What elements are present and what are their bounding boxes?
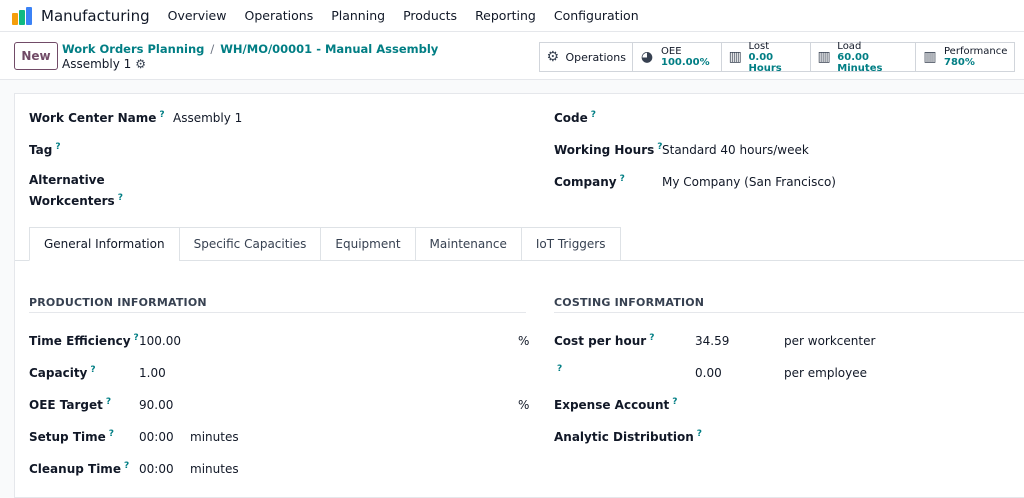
cleanup-time-label: Cleanup Time? (29, 461, 130, 476)
section-divider (29, 312, 526, 313)
oee-smart-button[interactable]: ◕ OEE 100.00% (632, 42, 722, 72)
help-tooltip[interactable]: ? (55, 142, 60, 152)
load-label: Load (837, 40, 862, 52)
menu-operations[interactable]: Operations (244, 8, 313, 23)
setup-time-label: Setup Time? (29, 429, 115, 444)
cost-per-hour-field[interactable]: 34.59 (695, 334, 729, 348)
bar-chart-icon: ▥ (817, 49, 831, 65)
breadcrumb-work-orders-planning[interactable]: Work Orders Planning (62, 42, 204, 56)
gear-icon[interactable]: ⚙ (135, 57, 146, 71)
alternative-workcenters-label: Alternative Workcenters? (29, 173, 123, 208)
time-efficiency-label: Time Efficiency? (29, 333, 139, 348)
employee-cost-label: ? (554, 364, 562, 379)
cleanup-time-unit: minutes (190, 462, 239, 476)
help-tooltip[interactable]: ? (672, 397, 677, 407)
working-hours-label: Working Hours? (554, 142, 663, 157)
tab-maintenance[interactable]: Maintenance (414, 227, 522, 261)
oee-target-label: OEE Target? (29, 397, 112, 412)
performance-value: 780% (944, 57, 975, 68)
analytic-distribution-field[interactable] (695, 429, 995, 445)
production-information-title: PRODUCTION INFORMATION (29, 296, 207, 309)
section-divider (554, 312, 1024, 313)
company-field[interactable]: My Company (San Francisco) (662, 175, 836, 189)
operations-label: Operations (565, 50, 626, 64)
menu-configuration[interactable]: Configuration (554, 8, 639, 23)
oee-value: 100.00% (661, 57, 710, 68)
help-tooltip[interactable]: ? (557, 364, 562, 374)
pie-chart-icon: ◕ (640, 49, 654, 65)
code-field[interactable] (662, 110, 1002, 126)
cost-per-hour-unit: per workcenter (784, 334, 876, 348)
breadcrumb-manufacturing-order[interactable]: WH/MO/00001 - Manual Assembly (220, 42, 438, 56)
notebook-tabs: General Information Specific Capacities … (29, 227, 621, 261)
control-panel: New Work Orders Planning / WH/MO/00001 - M… (0, 32, 1024, 80)
oee-label: OEE (661, 46, 682, 57)
cleanup-time-field[interactable]: 00:00 (139, 462, 174, 476)
help-tooltip[interactable]: ? (106, 397, 111, 407)
working-hours-field[interactable]: Standard 40 hours/week (662, 143, 809, 157)
breadcrumb: Work Orders Planning / WH/MO/00001 - Manua… (62, 42, 438, 56)
menu-products[interactable]: Products (403, 8, 457, 23)
costing-information-title: COSTING INFORMATION (554, 296, 705, 309)
breadcrumb-separator: / (210, 42, 215, 56)
code-label: Code? (554, 110, 597, 125)
top-navbar: Manufacturing Overview Operations Planni… (0, 0, 1024, 32)
bar-chart-icon: ▥ (728, 49, 742, 65)
form-sheet: Work Center Name? Assembly 1 Tag? Altern… (14, 93, 1024, 498)
app-name[interactable]: Manufacturing (41, 7, 150, 25)
help-tooltip[interactable]: ? (124, 461, 129, 471)
gear-icon: ⚙ (546, 49, 560, 65)
load-smart-button[interactable]: ▥ Load 60.00 Minutes (810, 40, 916, 74)
load-value: 60.00 Minutes (837, 51, 883, 74)
tag-field[interactable] (173, 142, 513, 158)
employee-cost-field[interactable]: 0.00 (695, 366, 722, 380)
oee-target-field[interactable]: 90.00 (139, 398, 173, 412)
work-center-name-label: Work Center Name? (29, 110, 165, 125)
smart-buttons: ⚙ Operations ◕ OEE 100.00% ▥ Lost 0.00 H… (539, 40, 1015, 74)
new-button[interactable]: New (14, 42, 58, 70)
tab-equipment[interactable]: Equipment (320, 227, 416, 261)
help-tooltip[interactable]: ? (620, 174, 625, 184)
time-efficiency-field[interactable]: 100.00 (139, 334, 181, 348)
cost-per-hour-label: Cost per hour? (554, 333, 655, 348)
setup-time-field[interactable]: 00:00 (139, 430, 174, 444)
oee-target-unit: % (518, 398, 530, 412)
bar-chart-icon: ▥ (923, 49, 937, 65)
setup-time-unit: minutes (190, 430, 239, 444)
alternative-workcenters-field[interactable] (173, 174, 513, 204)
operations-smart-button[interactable]: ⚙ Operations (539, 42, 633, 72)
employee-cost-unit: per employee (784, 366, 867, 380)
lost-smart-button[interactable]: ▥ Lost 0.00 Hours (721, 40, 811, 74)
help-tooltip[interactable]: ? (118, 193, 123, 203)
performance-label: Performance (944, 46, 1008, 57)
menu-reporting[interactable]: Reporting (475, 8, 536, 23)
help-tooltip[interactable]: ? (159, 110, 164, 120)
tab-iot-triggers[interactable]: IoT Triggers (520, 227, 621, 261)
company-label: Company? (554, 174, 625, 189)
menu-planning[interactable]: Planning (331, 8, 385, 23)
lost-label: Lost (748, 40, 770, 52)
help-tooltip[interactable]: ? (109, 429, 114, 439)
work-center-name-field[interactable]: Assembly 1 (173, 111, 242, 125)
expense-account-field[interactable] (695, 397, 995, 413)
tab-specific-capacities[interactable]: Specific Capacities (178, 227, 322, 261)
record-title-text: Assembly 1 (62, 57, 132, 71)
capacity-label: Capacity? (29, 365, 96, 380)
tag-label: Tag? (29, 142, 61, 157)
analytic-distribution-label: Analytic Distribution? (554, 429, 702, 444)
help-tooltip[interactable]: ? (134, 333, 139, 343)
help-tooltip[interactable]: ? (90, 365, 95, 375)
expense-account-label: Expense Account? (554, 397, 678, 412)
help-tooltip[interactable]: ? (649, 333, 654, 343)
menu-overview[interactable]: Overview (168, 8, 227, 23)
lost-value: 0.00 Hours (748, 51, 782, 74)
tab-general-information[interactable]: General Information (29, 227, 180, 261)
capacity-field[interactable]: 1.00 (139, 366, 166, 380)
record-title: Assembly 1 ⚙ (62, 57, 146, 71)
performance-smart-button[interactable]: ▥ Performance 780% (915, 42, 1015, 72)
manufacturing-app-icon[interactable] (12, 6, 34, 25)
time-efficiency-unit: % (518, 334, 530, 348)
help-tooltip[interactable]: ? (591, 110, 596, 120)
